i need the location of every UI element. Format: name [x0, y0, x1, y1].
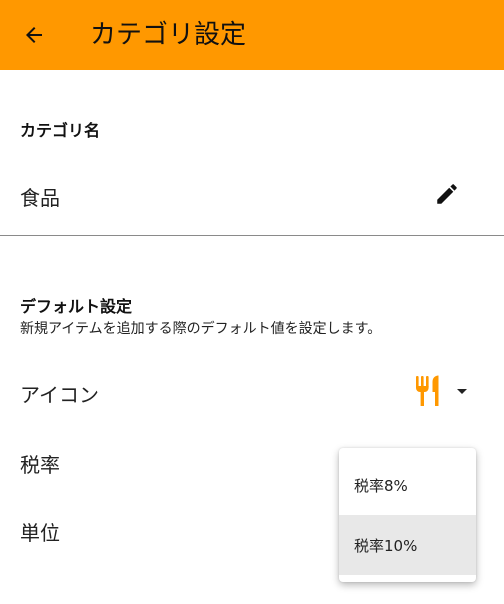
- app-bar: カテゴリ設定: [0, 0, 504, 70]
- icon-row-label: アイコン: [20, 383, 99, 407]
- edit-category-name-button[interactable]: [430, 178, 464, 210]
- tax-rate-dropdown-menu: 税率8% 税率10%: [339, 448, 476, 582]
- pencil-icon: [437, 184, 457, 204]
- unit-row-label: 単位: [20, 521, 60, 545]
- dropdown-arrow-icon: [457, 389, 467, 394]
- default-settings-description: 新規アイテムを追加する際のデフォルト値を設定します。: [20, 321, 382, 337]
- arrow-back-icon: [26, 27, 42, 43]
- back-button[interactable]: [14, 17, 54, 53]
- category-name-label: カテゴリ名: [20, 121, 101, 140]
- default-settings-heading: デフォルト設定: [20, 297, 133, 316]
- tax-rate-row-label: 税率: [20, 453, 60, 477]
- category-name-value: 食品: [20, 186, 60, 210]
- page-title: カテゴリ設定: [90, 20, 247, 50]
- tax-rate-option-10[interactable]: 税率10%: [339, 515, 476, 575]
- tax-rate-option-8[interactable]: 税率8%: [339, 455, 476, 515]
- section-divider: [0, 235, 504, 236]
- icon-select[interactable]: [414, 372, 474, 410]
- fork-knife-icon: [416, 375, 439, 406]
